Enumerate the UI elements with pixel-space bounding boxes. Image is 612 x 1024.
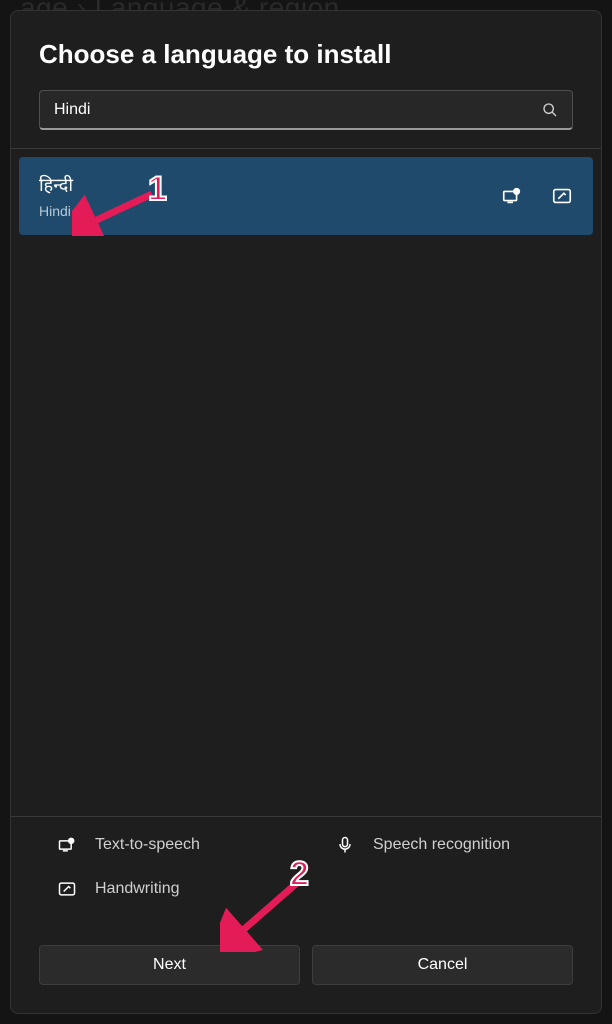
cancel-button[interactable]: Cancel [312, 945, 573, 985]
microphone-icon [335, 835, 355, 855]
search-field[interactable] [39, 90, 573, 130]
handwriting-icon [57, 879, 77, 899]
legend-sr-label: Speech recognition [373, 836, 510, 854]
handwriting-icon [551, 185, 573, 207]
annotation-number-2: 2 [290, 855, 309, 894]
dialog-title: Choose a language to install [11, 11, 601, 90]
text-to-speech-icon [57, 835, 77, 855]
legend-hw-label: Handwriting [95, 880, 179, 898]
annotation-number-1: 1 [148, 170, 167, 209]
legend-sr: Speech recognition [335, 835, 573, 855]
language-native-name: हिन्दी [39, 173, 73, 197]
legend-tts-label: Text-to-speech [95, 836, 200, 854]
search-input[interactable] [54, 101, 542, 119]
language-english-name: Hindi [39, 203, 73, 219]
footer: Next Cancel [11, 945, 601, 1013]
text-to-speech-icon [501, 185, 523, 207]
search-icon [542, 102, 558, 118]
legend-tts: Text-to-speech [57, 835, 295, 855]
language-list: हिन्दी Hindi [11, 149, 601, 816]
